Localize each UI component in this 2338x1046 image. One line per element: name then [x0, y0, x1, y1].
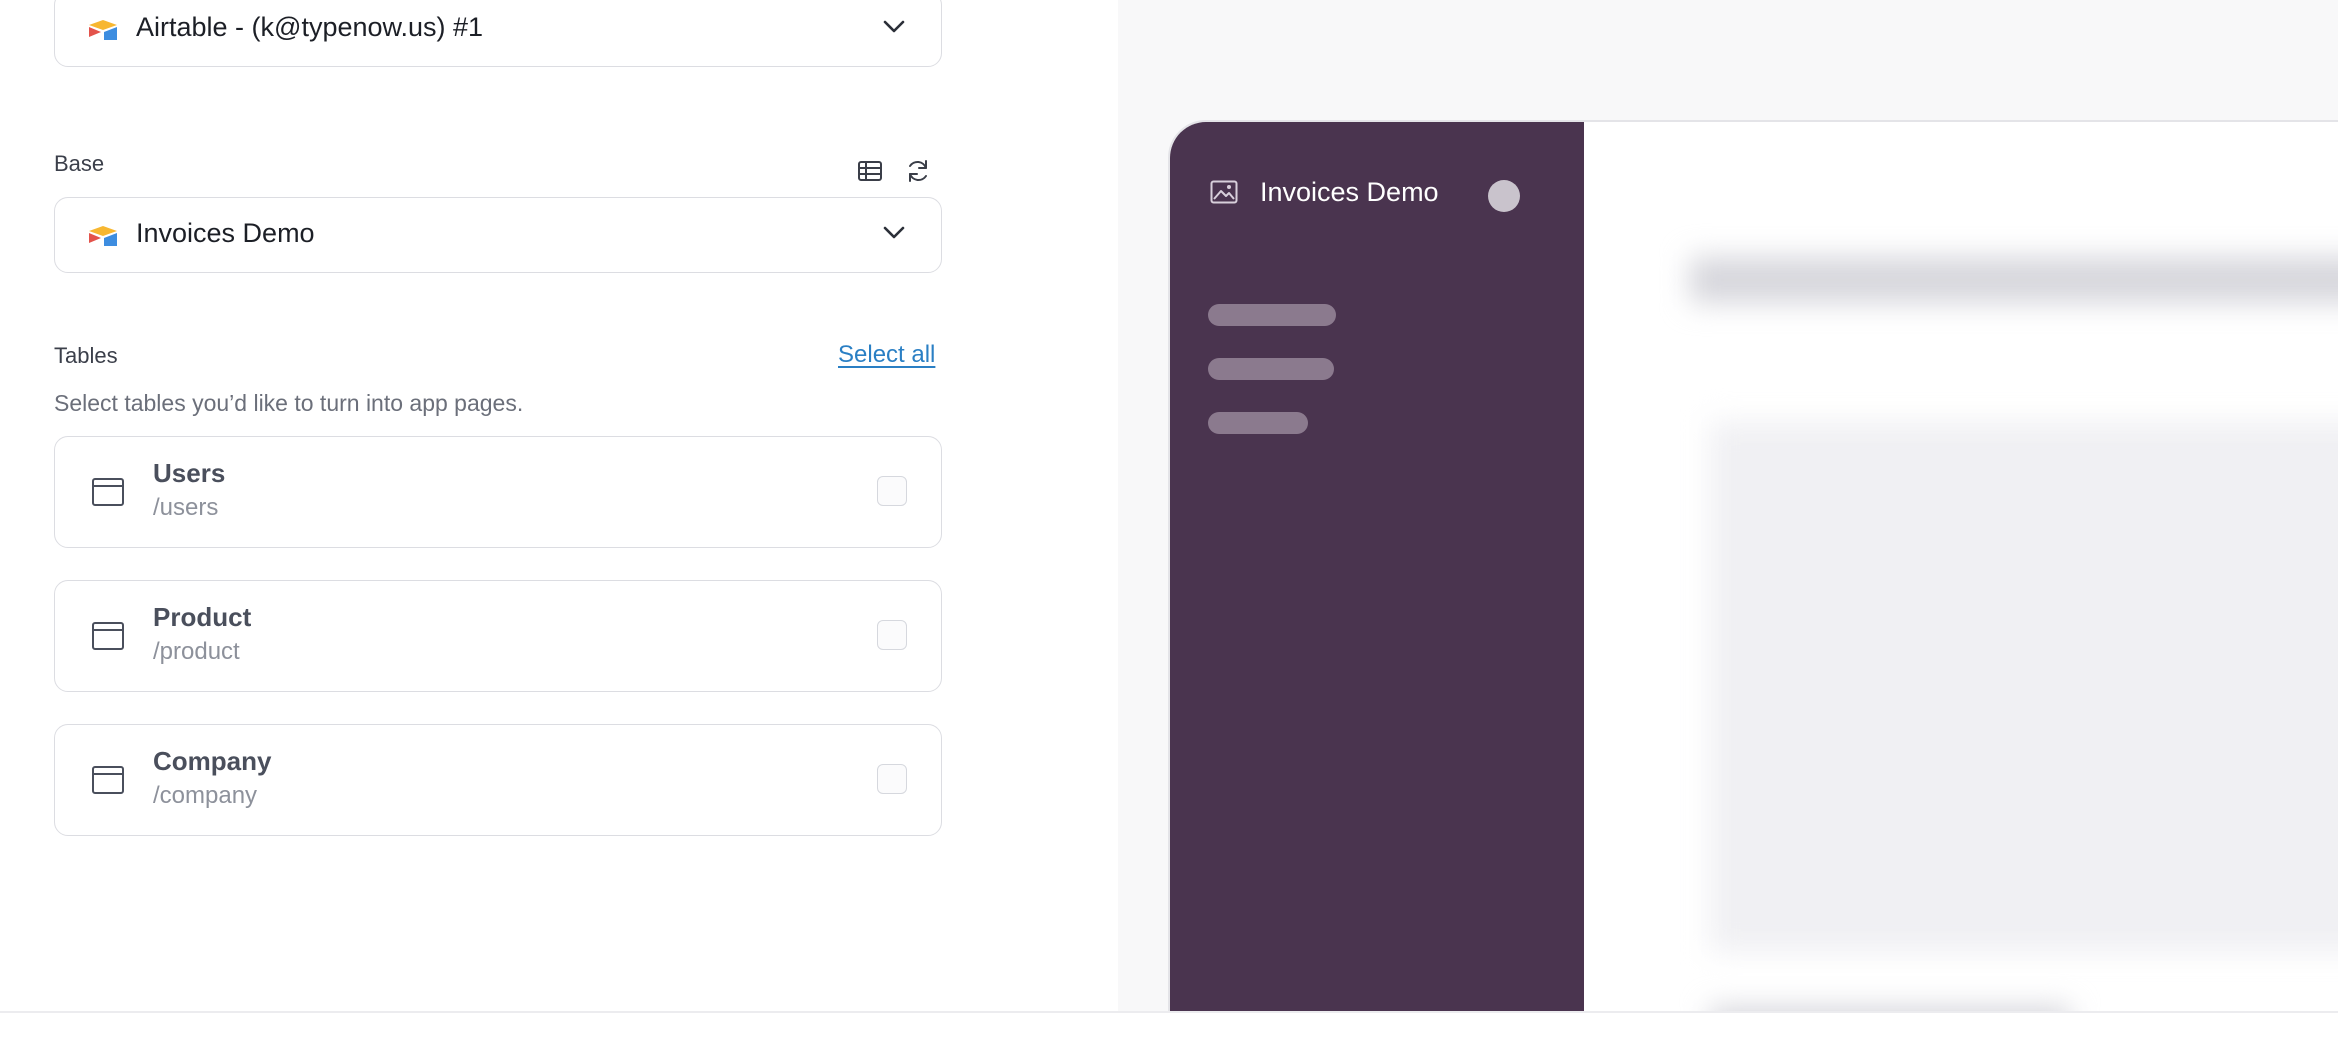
table-path: /company: [153, 782, 258, 809]
setup-panel: Airtable - (k@typenow.us) #1 Base Invoic…: [0, 0, 1118, 1014]
blurred-heading: [1690, 257, 2338, 303]
preview-sidebar: Invoices Demo: [1170, 122, 1584, 1014]
tables-hint: Select tables you’d like to turn into ap…: [54, 390, 524, 416]
avatar: [1488, 180, 1520, 212]
table-checkbox[interactable]: [877, 764, 907, 794]
base-value: Invoices Demo: [136, 218, 315, 248]
select-all-link[interactable]: Select all: [838, 341, 935, 369]
table-name: Company: [153, 746, 272, 776]
table-view-icon[interactable]: [857, 158, 883, 184]
base-label: Base: [54, 151, 105, 176]
table-window-icon: [92, 622, 124, 650]
nav-placeholder: [1208, 358, 1334, 380]
chevron-down-icon: [883, 226, 905, 239]
refresh-icon[interactable]: [905, 158, 931, 184]
blurred-content: [1710, 422, 2338, 952]
table-item-company[interactable]: Company /company: [54, 724, 942, 836]
connection-select[interactable]: Airtable - (k@typenow.us) #1: [54, 0, 942, 67]
table-path: /users: [153, 494, 219, 521]
table-item-users[interactable]: Users /users: [54, 436, 942, 548]
app-preview-frame: Invoices Demo: [1168, 120, 2338, 1014]
tables-label: Tables: [54, 343, 118, 368]
airtable-logo: [89, 20, 117, 40]
nav-placeholder: [1208, 304, 1336, 326]
preview-app-name: Invoices Demo: [1260, 177, 1439, 207]
table-name: Product: [153, 602, 252, 632]
table-item-product[interactable]: Product /product: [54, 580, 942, 692]
table-checkbox[interactable]: [877, 476, 907, 506]
bottom-bar: [0, 1011, 2338, 1046]
table-name: Users: [153, 458, 226, 488]
table-window-icon: [92, 766, 124, 794]
nav-placeholder: [1208, 412, 1308, 434]
chevron-down-icon: [883, 20, 905, 33]
table-checkbox[interactable]: [877, 620, 907, 650]
airtable-logo: [89, 226, 117, 246]
table-path: /product: [153, 638, 240, 665]
connection-value: Airtable - (k@typenow.us) #1: [136, 12, 484, 42]
base-select[interactable]: Invoices Demo: [54, 197, 942, 273]
app-preview-area: Invoices Demo: [1118, 0, 2338, 1014]
table-window-icon: [92, 478, 124, 506]
image-icon: [1210, 180, 1238, 204]
